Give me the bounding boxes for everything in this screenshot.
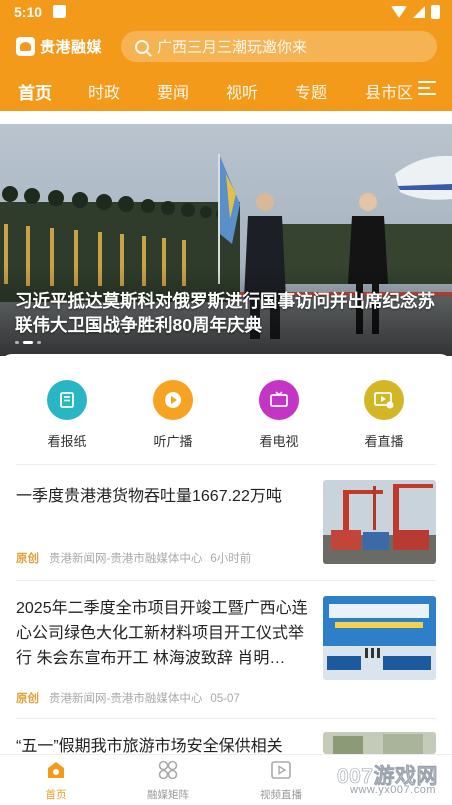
nav-label: 首页 — [45, 789, 67, 801]
tab-politics[interactable]: 时政 — [88, 79, 120, 103]
watermark: 007游戏网 www.yx007.com — [332, 759, 444, 799]
carousel-indicator — [15, 341, 41, 344]
divider — [16, 718, 436, 719]
divider — [16, 580, 436, 581]
app-header: 5:10 贵港融媒 广西三月三潮玩邀你来 首页 时政 要闻 视听 专题 县市区 — [0, 0, 452, 111]
news-thumbnail — [323, 480, 436, 564]
nav-video-live[interactable]: 视频直播 — [241, 759, 321, 802]
original-badge: 原创 — [16, 693, 39, 705]
live-icon — [364, 380, 404, 420]
news-item[interactable]: 2025年二季度全市项目开竣工暨广西心连心公司绿色大化工新材料项目开工仪式举行 … — [16, 596, 436, 706]
quick-link-live[interactable]: 看直播 — [344, 380, 424, 450]
video-icon — [270, 759, 292, 781]
play-circle-icon — [153, 380, 193, 420]
news-source: 贵港新闻网-贵港市融媒体中心 — [49, 693, 203, 705]
logo-icon — [16, 37, 35, 56]
nav-media-matrix[interactable]: 融媒矩阵 — [128, 759, 208, 802]
quick-link-radio[interactable]: 听广播 — [133, 380, 213, 450]
news-source: 贵港新闻网-贵港市融媒体中心 — [49, 553, 203, 565]
quick-link-newspaper[interactable]: 看报纸 — [27, 380, 107, 450]
wifi-icon — [391, 6, 407, 18]
home-icon — [45, 759, 67, 781]
tab-special[interactable]: 专题 — [295, 79, 327, 103]
quick-link-label: 看报纸 — [47, 434, 87, 449]
news-item[interactable]: “五一”假期我市旅游市场安全保供相关 — [16, 732, 436, 754]
news-thumbnail — [323, 732, 436, 754]
news-time: 05-07 — [210, 693, 240, 705]
grid-icon — [157, 759, 179, 781]
content-card: 看报纸 听广播 看电视 看直播 一季度贵港港货物吞吐量1667.22万吨 原创贵… — [0, 354, 452, 754]
carousel-dot-active — [23, 341, 33, 344]
quick-links: 看报纸 听广播 看电视 看直播 — [0, 380, 452, 460]
nav-home[interactable]: 首页 — [16, 759, 96, 802]
newspaper-icon — [47, 380, 87, 420]
quick-link-label: 看直播 — [364, 434, 404, 449]
menu-icon[interactable] — [418, 81, 436, 95]
divider — [16, 464, 436, 465]
tab-counties[interactable]: 县市区 — [365, 79, 413, 103]
logo-text: 贵港融媒 — [40, 39, 103, 56]
status-icons — [391, 5, 440, 19]
nav-label: 融媒矩阵 — [147, 789, 189, 801]
tab-audio-video[interactable]: 视听 — [226, 79, 258, 103]
signal-icon — [413, 6, 425, 18]
search-icon — [135, 39, 149, 54]
bottom-nav: 首页 融媒矩阵 视频直播 007游戏网 www.yx007.com — [0, 754, 452, 805]
original-badge: 原创 — [16, 553, 39, 565]
status-bar: 5:10 — [0, 0, 452, 24]
nav-label: 视频直播 — [260, 789, 302, 801]
news-title: 一季度贵港港货物吞吐量1667.22万吨 — [16, 488, 282, 505]
tab-home[interactable]: 首页 — [18, 79, 52, 104]
news-meta: 原创 贵港新闻网-贵港市融媒体中心 6小时前 — [16, 550, 251, 566]
quick-link-label: 看电视 — [259, 434, 299, 449]
banner-title[interactable]: 习近平抵达莫斯科对俄罗斯进行国事访问并出席纪念苏联伟大卫国战争胜利80周年庆典 — [15, 289, 445, 337]
tab-headlines[interactable]: 要闻 — [157, 79, 189, 103]
carousel-dot — [37, 341, 41, 344]
news-item[interactable]: 一季度贵港港货物吞吐量1667.22万吨 原创 贵港新闻网-贵港市融媒体中心 6小时… — [16, 480, 436, 566]
news-meta: 原创 贵港新闻网-贵港市融媒体中心 05-07 — [16, 690, 240, 706]
search-placeholder: 广西三月三潮玩邀你来 — [157, 39, 308, 56]
status-time: 5:10 — [14, 4, 43, 20]
quick-link-tv[interactable]: 看电视 — [239, 380, 319, 450]
battery-icon — [431, 5, 440, 19]
tv-icon — [259, 380, 299, 420]
news-thumbnail — [323, 596, 436, 680]
category-tabs: 首页 时政 要闻 视听 专题 县市区 — [0, 72, 452, 108]
quick-link-label: 听广播 — [153, 434, 193, 449]
watermark-url: www.yx007.com — [350, 784, 436, 796]
search-input[interactable]: 广西三月三潮玩邀你来 — [121, 31, 437, 62]
carousel-dot — [15, 341, 19, 344]
notification-icon — [53, 5, 66, 18]
news-carousel[interactable]: 习近平抵达莫斯科对俄罗斯进行国事访问并出席纪念苏联伟大卫国战争胜利80周年庆典 — [0, 124, 452, 356]
news-title: “五一”假期我市旅游市场安全保供相关 — [16, 738, 283, 754]
news-title: 2025年二季度全市项目开竣工暨广西心连心公司绿色大化工新材料项目开工仪式举行 … — [16, 600, 308, 667]
news-time: 6小时前 — [210, 553, 252, 565]
app-logo[interactable]: 贵港融媒 — [16, 36, 102, 57]
